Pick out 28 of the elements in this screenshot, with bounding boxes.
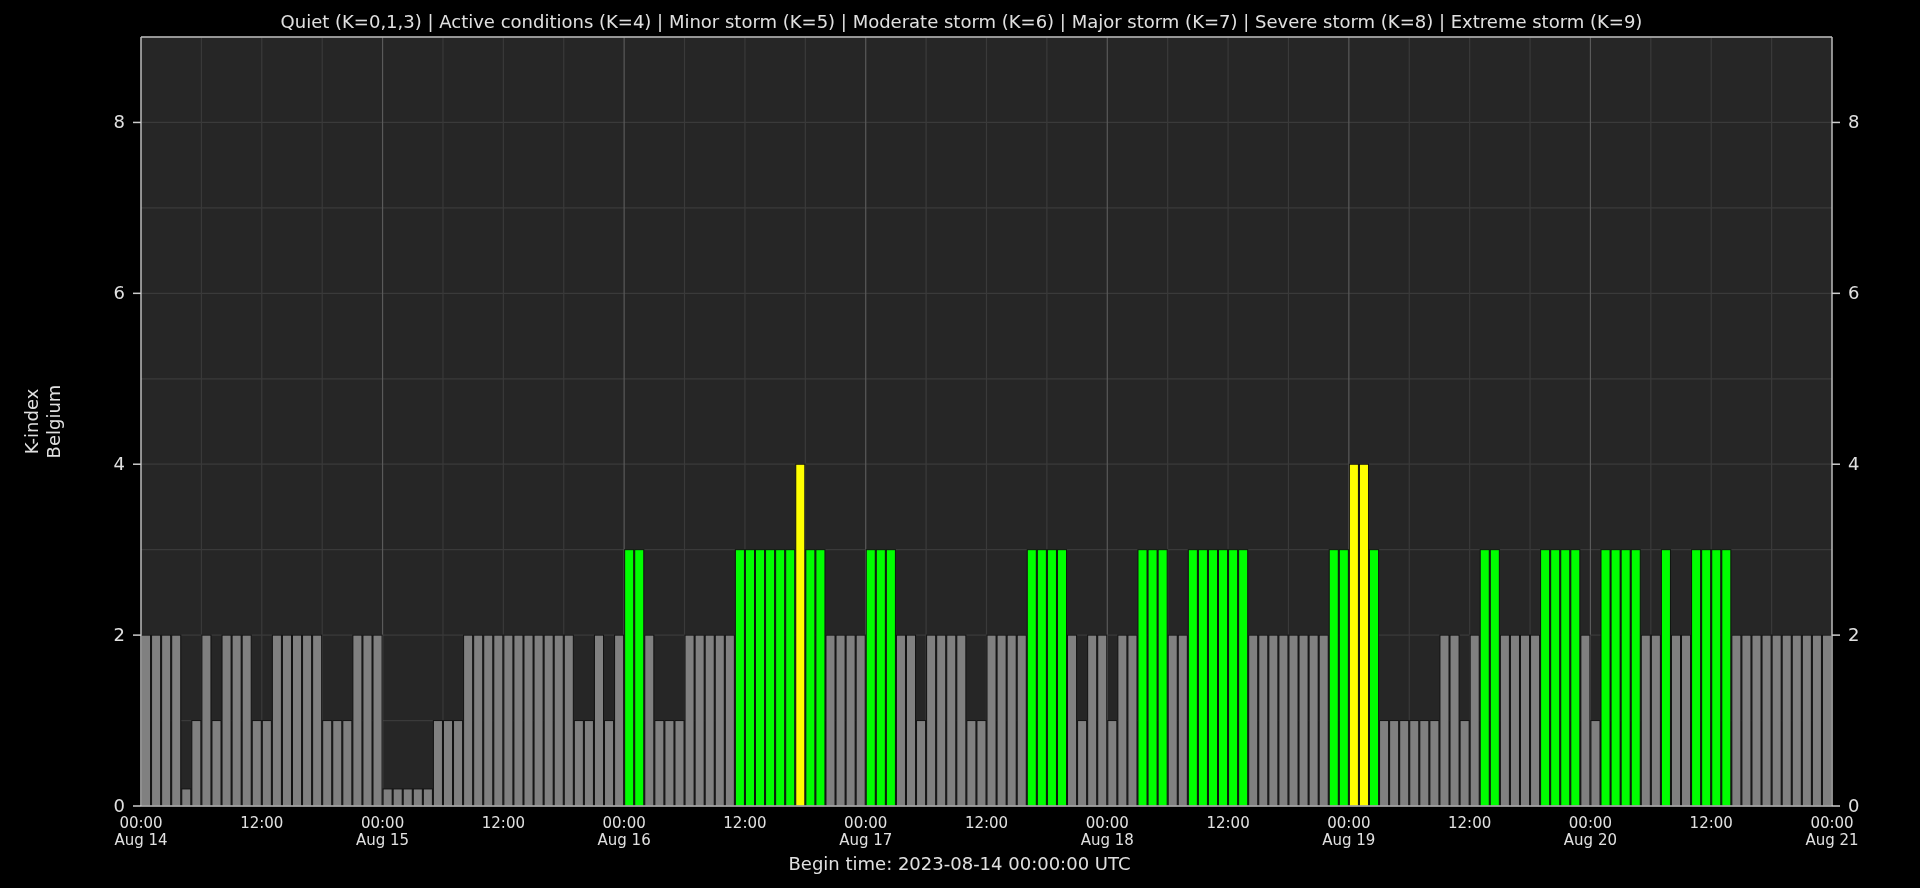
tick-label: 00:00 Aug 18 xyxy=(1080,814,1134,849)
tick-label: 4 xyxy=(1848,453,1860,475)
y-axis-title: K-index Belgium xyxy=(21,384,64,459)
tick-label: 4 xyxy=(113,453,125,475)
tick-label: 12:00 xyxy=(481,814,525,832)
tick-label: 12:00 xyxy=(964,814,1009,832)
tick-label: 0 xyxy=(113,795,125,816)
chart-title: Quiet (K=0,1,3) | Active conditions (K=4) | Minor storm (K=5) | Moderate storm (K=6) | Major storm (K=7) | Severe storm (K=8) | Extreme storm (K=9) xyxy=(280,11,1643,32)
tick-label: 12:00 xyxy=(240,814,284,832)
tick-label: 00:00 Aug 17 xyxy=(839,814,893,849)
tick-label: 00:00 Aug 15 xyxy=(356,814,410,849)
tick-label: 2 xyxy=(1848,624,1860,646)
tick-label: 00:00 Aug 16 xyxy=(597,814,651,849)
tick-label: 12:00 xyxy=(723,814,767,832)
tick-label: 00:00 Aug 14 xyxy=(114,814,168,849)
tick-label: 12:00 xyxy=(1206,814,1250,832)
tick-label: 6 xyxy=(113,282,125,304)
tick-label: 0 xyxy=(1848,795,1860,816)
tick-label: 00:00 Aug 20 xyxy=(1563,814,1617,849)
tick-label: 8 xyxy=(1848,111,1860,133)
tick-label: 00:00 Aug 21 xyxy=(1805,814,1859,849)
tick-label: 8 xyxy=(113,111,125,133)
tick-label: 2 xyxy=(113,624,125,646)
tick-label: 12:00 xyxy=(1448,814,1492,832)
tick-label: 12:00 xyxy=(1689,814,1733,832)
tick-label: 6 xyxy=(1848,282,1860,304)
x-axis-title: Begin time: 2023-08-14 00:00:00 UTC xyxy=(788,853,1131,874)
tick-label: 00:00 Aug 19 xyxy=(1322,814,1376,849)
